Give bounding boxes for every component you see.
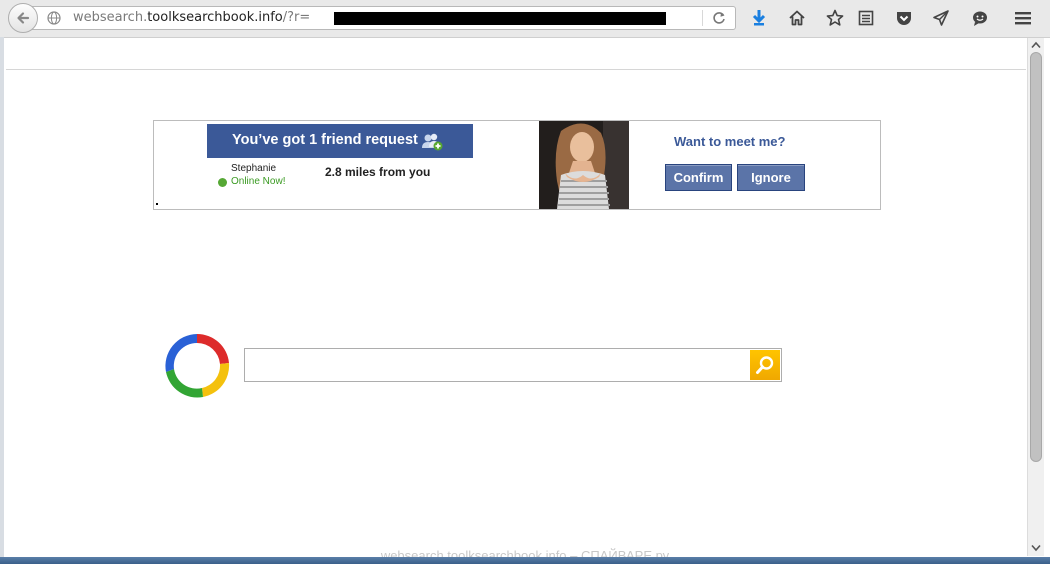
home-icon[interactable] — [787, 8, 807, 28]
url-separator — [702, 10, 703, 26]
search-box[interactable] — [244, 348, 782, 382]
window-left-edge — [0, 37, 4, 557]
browser-window: websearch.toolksearchbook.info/?r= You’v… — [0, 0, 1050, 564]
vertical-scrollbar[interactable] — [1027, 38, 1044, 556]
back-arrow-icon — [17, 12, 30, 24]
search-button[interactable] — [750, 350, 780, 380]
reading-list-icon[interactable] — [856, 8, 876, 28]
menu-icon[interactable] — [1013, 8, 1033, 28]
ignore-button[interactable]: Ignore — [737, 164, 805, 191]
url-path: /?r= — [282, 10, 311, 25]
scroll-thumb[interactable] — [1030, 52, 1042, 462]
url-domain: toolksearchbook.info — [147, 10, 283, 25]
bookmark-star-icon[interactable] — [825, 8, 845, 28]
pocket-icon[interactable] — [894, 8, 914, 28]
search-input[interactable] — [245, 349, 749, 381]
url-text: websearch.toolksearchbook.info/?r= — [73, 10, 310, 25]
friend-request-label: You’ve got 1 friend request — [232, 132, 418, 148]
friend-request-ad[interactable]: You’ve got 1 friend request Stephanie On… — [153, 120, 881, 210]
online-status: Online Now! — [231, 176, 286, 187]
redacted-url-query — [334, 12, 666, 25]
back-button[interactable] — [8, 3, 38, 33]
url-bar[interactable]: websearch.toolksearchbook.info/?r= — [30, 6, 736, 30]
profile-photo[interactable] — [539, 121, 629, 209]
ad-marker — [156, 203, 158, 205]
globe-icon — [47, 11, 61, 25]
page-header-divider — [6, 69, 1026, 70]
meet-prompt: Want to meet me? — [674, 134, 786, 149]
reload-icon[interactable] — [711, 10, 727, 26]
search-icon — [756, 356, 774, 374]
download-icon[interactable] — [749, 8, 769, 28]
person-name: Stephanie — [231, 163, 277, 174]
profile-photo-image — [539, 121, 629, 209]
friend-request-bar[interactable]: You’ve got 1 friend request — [207, 124, 473, 158]
send-icon[interactable] — [931, 8, 951, 28]
online-status-icon — [218, 178, 227, 187]
scroll-up-icon[interactable] — [1031, 41, 1041, 49]
search-engine-logo — [165, 333, 230, 398]
browser-toolbar: websearch.toolksearchbook.info/?r= — [0, 0, 1050, 38]
chat-icon[interactable] — [970, 8, 990, 28]
friend-add-icon — [422, 133, 443, 151]
window-bottom-edge — [0, 557, 1050, 564]
url-prefix: websearch. — [73, 10, 148, 25]
distance-text: 2.8 miles from you — [325, 165, 431, 179]
confirm-button[interactable]: Confirm — [665, 164, 732, 191]
